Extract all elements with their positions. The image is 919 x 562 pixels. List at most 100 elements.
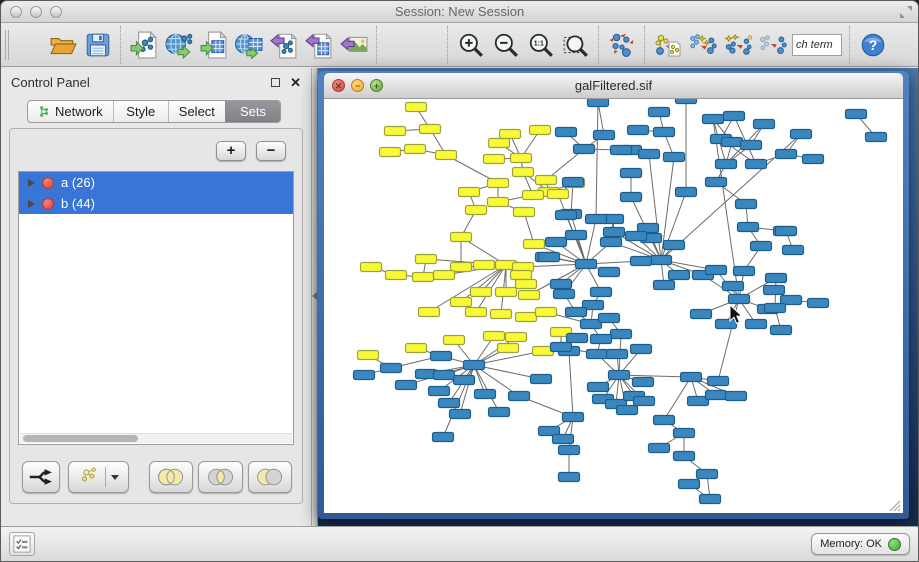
horizontal-scrollbar[interactable] <box>20 433 292 443</box>
graph-node-yellow[interactable] <box>420 125 441 134</box>
graph-node-blue[interactable] <box>726 392 747 401</box>
graph-node-blue[interactable] <box>574 145 595 154</box>
graph-node-blue[interactable] <box>741 141 762 150</box>
graph-node-blue[interactable] <box>531 375 552 384</box>
graph-node-yellow[interactable] <box>413 273 434 282</box>
graph-node-blue[interactable] <box>674 429 695 438</box>
graph-node-yellow[interactable] <box>516 280 537 289</box>
graph-node-blue[interactable] <box>563 413 584 422</box>
graph-node-blue[interactable] <box>649 108 670 117</box>
graph-node-blue[interactable] <box>396 381 417 390</box>
hide-selected-nodes-button[interactable] <box>755 26 790 64</box>
scrollbar-thumb[interactable] <box>23 435 138 442</box>
graph-node-blue[interactable] <box>450 410 471 419</box>
graph-node-blue[interactable] <box>553 435 574 444</box>
graph-node-yellow[interactable] <box>536 176 557 185</box>
graph-node-blue[interactable] <box>554 290 575 299</box>
graph-node-yellow[interactable] <box>519 291 540 300</box>
graph-node-blue[interactable] <box>475 390 496 399</box>
network-canvas[interactable] <box>324 99 903 513</box>
graph-node-blue[interactable] <box>669 271 690 280</box>
graph-node-blue[interactable] <box>783 246 804 255</box>
network-graph[interactable] <box>324 99 903 513</box>
graph-node-blue[interactable] <box>706 391 727 400</box>
graph-node-blue[interactable] <box>429 387 450 396</box>
graph-node-blue[interactable] <box>706 266 727 275</box>
graph-node-blue[interactable] <box>621 193 642 202</box>
graph-node-blue[interactable] <box>691 310 712 319</box>
minimize-network-window-button[interactable]: − <box>351 79 364 92</box>
tab-select[interactable]: Select <box>168 101 225 122</box>
graph-node-blue[interactable] <box>729 295 750 304</box>
graph-node-blue[interactable] <box>776 227 797 236</box>
graph-node-blue[interactable] <box>722 138 743 147</box>
graph-node-blue[interactable] <box>559 446 580 455</box>
collapse-panel-icon[interactable] <box>312 292 317 300</box>
zoom-network-window-button[interactable]: + <box>370 79 383 92</box>
graph-node-blue[interactable] <box>700 495 721 504</box>
graph-node-blue[interactable] <box>771 326 792 335</box>
graph-node-blue[interactable] <box>489 408 510 417</box>
graph-node-blue[interactable] <box>599 268 620 277</box>
graph-node-blue[interactable] <box>628 126 649 135</box>
graph-node-blue[interactable] <box>639 150 660 159</box>
graph-node-yellow[interactable] <box>511 154 532 163</box>
graph-node-blue[interactable] <box>599 314 620 323</box>
graph-node-blue[interactable] <box>566 231 587 240</box>
graph-node-blue[interactable] <box>766 274 787 283</box>
graph-node-blue[interactable] <box>654 128 675 137</box>
graph-node-yellow[interactable] <box>436 151 457 160</box>
toolbar-grip[interactable] <box>5 30 9 60</box>
panel-splitter[interactable] <box>311 68 318 526</box>
help-button[interactable]: ? <box>855 26 890 64</box>
export-network-button[interactable] <box>266 26 301 64</box>
graph-node-yellow[interactable] <box>406 344 427 353</box>
graph-node-yellow[interactable] <box>511 271 532 280</box>
graph-node-blue[interactable] <box>674 452 695 461</box>
import-table-file-button[interactable] <box>196 26 231 64</box>
graph-node-yellow[interactable] <box>406 103 427 112</box>
graph-node-blue[interactable] <box>765 304 786 313</box>
graph-node-blue[interactable] <box>588 383 609 392</box>
graph-node-blue[interactable] <box>433 433 454 442</box>
export-image-button[interactable] <box>336 26 371 64</box>
graph-node-blue[interactable] <box>654 416 675 425</box>
graph-node-yellow[interactable] <box>484 332 505 341</box>
graph-node-yellow[interactable] <box>496 288 517 297</box>
graph-node-blue[interactable] <box>676 99 697 104</box>
graph-node-blue[interactable] <box>607 350 628 359</box>
graph-node-blue[interactable] <box>776 150 797 159</box>
show-selected-nodes-button[interactable] <box>720 26 755 64</box>
graph-node-blue[interactable] <box>454 376 475 385</box>
zoom-in-button[interactable] <box>453 26 488 64</box>
graph-node-blue[interactable] <box>601 238 622 247</box>
graph-node-blue[interactable] <box>587 350 608 359</box>
tab-style[interactable]: Style <box>113 101 168 122</box>
graph-node-blue[interactable] <box>634 397 655 406</box>
graph-node-yellow[interactable] <box>405 145 426 154</box>
graph-node-blue[interactable] <box>556 211 577 220</box>
graph-node-yellow[interactable] <box>491 310 512 319</box>
graph-node-blue[interactable] <box>563 178 584 187</box>
graph-node-yellow[interactable] <box>380 148 401 157</box>
graph-node-blue[interactable] <box>559 473 580 482</box>
graph-node-blue[interactable] <box>716 160 737 169</box>
graph-node-blue[interactable] <box>633 378 654 387</box>
graph-node-blue[interactable] <box>746 320 767 329</box>
graph-node-blue[interactable] <box>716 320 737 329</box>
graph-node-blue[interactable] <box>791 130 812 139</box>
graph-node-blue[interactable] <box>754 120 775 129</box>
resize-grip-icon[interactable] <box>890 501 900 511</box>
graph-node-blue[interactable] <box>588 99 609 107</box>
graph-node-blue[interactable] <box>576 260 597 269</box>
sets-list[interactable]: a (26)b (44) <box>18 171 294 445</box>
graph-node-blue[interactable] <box>676 188 697 197</box>
graph-node-yellow[interactable] <box>536 308 557 317</box>
graph-node-blue[interactable] <box>724 112 745 121</box>
close-window-button[interactable] <box>10 6 22 18</box>
import-table-web-button[interactable] <box>231 26 266 64</box>
graph-node-blue[interactable] <box>697 470 718 479</box>
network-view-window[interactable]: ✕ − + galFiltered.sif <box>318 71 909 519</box>
import-network-file-button[interactable] <box>126 26 161 64</box>
tab-sets[interactable]: Sets <box>225 101 280 122</box>
